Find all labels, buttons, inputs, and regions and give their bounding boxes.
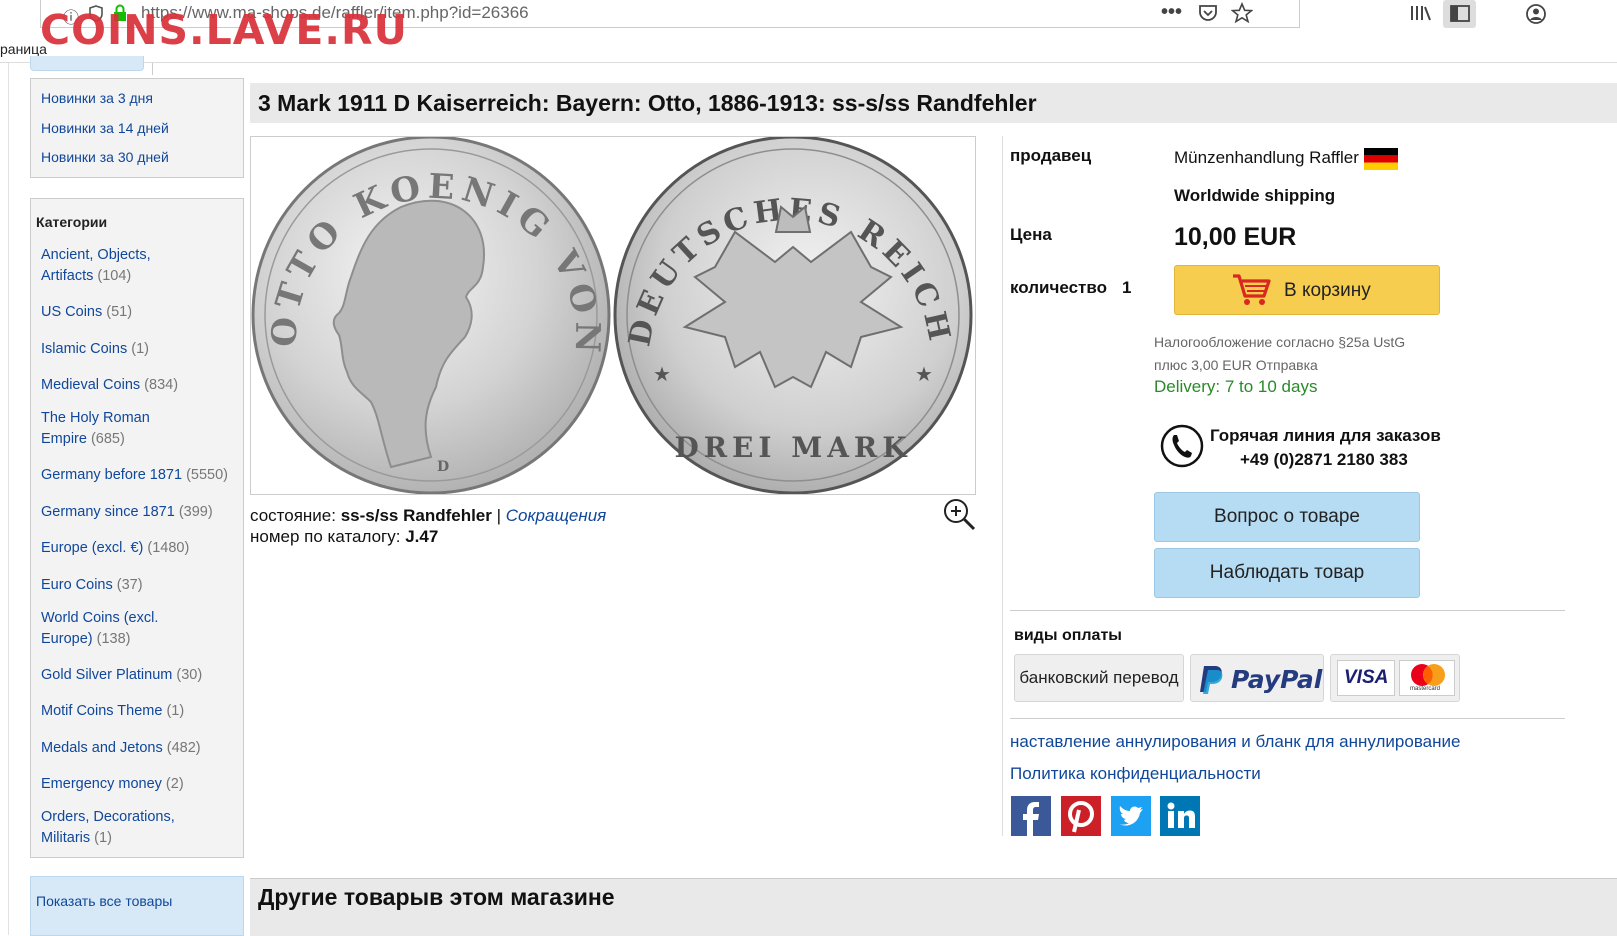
price-label: Цена <box>1010 225 1052 244</box>
seller-label: продавец <box>1010 146 1092 165</box>
cards-badge: VISA mastercard <box>1330 654 1460 702</box>
category-germany-before-1871[interactable]: Germany before 1871 (5550) <box>41 465 231 486</box>
vertical-rule <box>1002 136 1003 836</box>
condition-label: состояние: <box>250 506 336 525</box>
paypal-icon <box>1200 666 1223 694</box>
pocket-icon[interactable] <box>1198 3 1218 23</box>
zoom-icon[interactable] <box>942 497 976 531</box>
quantity-label: количество <box>1010 278 1107 297</box>
star-icon[interactable] <box>1231 2 1253 24</box>
cancellation-link[interactable]: наставление аннулирования и бланк для ан… <box>1010 732 1460 752</box>
star-right-icon: ★ <box>915 364 933 386</box>
privacy-link[interactable]: Политика конфиденциальности <box>1010 764 1261 784</box>
payment-heading: виды оплаты <box>1014 627 1122 644</box>
catalog-label: номер по каталогу: <box>250 527 401 546</box>
tax-note: Налогообложение согласно §25a UstG <box>1154 334 1406 350</box>
category-holy-roman-empire[interactable]: The Holy Roman Empire (685) <box>41 408 161 450</box>
divider <box>1010 718 1565 719</box>
hotline-label: Горячая линия для заказов <box>1210 426 1441 445</box>
top-divider <box>0 62 1617 63</box>
mastercard-icon: mastercard <box>1399 660 1455 696</box>
ask-question-button[interactable]: Вопрос о товаре <box>1154 492 1420 542</box>
item-image[interactable]: OTTO KOENIG VON BAYERN D DEUTSCHES REICH… <box>232 106 976 495</box>
category-germany-since-1871[interactable]: Germany since 1871 (399) <box>41 502 231 523</box>
star-left-icon: ★ <box>653 364 671 386</box>
mint-mark: D <box>437 459 449 475</box>
facebook-icon[interactable] <box>1011 796 1051 836</box>
sidebar-toggle-button[interactable] <box>1443 0 1476 28</box>
sidebar-top-button[interactable] <box>30 56 144 71</box>
visa-icon: VISA <box>1337 660 1395 696</box>
paypal-label: PayPal <box>1231 665 1323 694</box>
coin-photo: OTTO KOENIG VON BAYERN D DEUTSCHES REICH… <box>232 106 973 495</box>
twitter-icon[interactable] <box>1111 796 1151 836</box>
new-30-days-link[interactable]: Новинки за 30 дней <box>41 149 169 165</box>
coin-obverse: OTTO KOENIG VON BAYERN D <box>232 106 611 495</box>
category-europe[interactable]: Europe (excl. €) (1480) <box>41 538 231 559</box>
new-14-days-link[interactable]: Новинки за 14 дней <box>41 120 169 136</box>
category-us-coins[interactable]: US Coins (51) <box>41 302 231 323</box>
pinterest-icon[interactable] <box>1061 796 1101 836</box>
left-rule <box>8 63 9 935</box>
postage-note: плюс 3,00 EUR Отправка <box>1154 357 1318 373</box>
category-islamic-coins[interactable]: Islamic Coins (1) <box>41 339 231 360</box>
account-icon[interactable] <box>1525 3 1547 25</box>
more-icon[interactable]: ••• <box>1161 1 1182 24</box>
other-items-heading: Другие товарыв этом магазине <box>258 884 615 910</box>
delivery-time: Delivery: 7 to 10 days <box>1154 377 1318 396</box>
sidebar-icon <box>1450 5 1470 22</box>
categories-box <box>30 198 244 858</box>
show-all-link[interactable]: Показать все товары <box>36 893 172 909</box>
condition-line: состояние: ss-s/ss Randfehler | Сокращен… <box>250 506 606 526</box>
condition-value: ss-s/ss Randfehler <box>340 506 492 525</box>
new-3-days-link[interactable]: Новинки за 3 дня <box>41 90 153 106</box>
cart-icon <box>1233 274 1271 305</box>
shipping-note: Worldwide shipping <box>1174 186 1336 205</box>
category-medals-jetons[interactable]: Medals and Jetons (482) <box>41 738 231 759</box>
quantity-value[interactable]: 1 <box>1122 278 1131 298</box>
price-value: 10,00 EUR <box>1174 223 1297 251</box>
add-to-cart-label: В корзину <box>1284 280 1371 301</box>
category-gold-silver-platinum[interactable]: Gold Silver Platinum (30) <box>41 665 231 686</box>
germany-flag-icon <box>1364 148 1398 170</box>
catalog-value: J.47 <box>405 527 439 546</box>
separator: | <box>496 506 502 525</box>
category-emergency-money[interactable]: Emergency money (2) <box>41 774 231 795</box>
category-euro-coins[interactable]: Euro Coins (37) <box>41 575 231 596</box>
add-to-cart-button[interactable]: В корзину <box>1174 265 1440 315</box>
category-motif-coins[interactable]: Motif Coins Theme (1) <box>41 701 231 722</box>
paypal-badge: PayPal <box>1190 654 1324 702</box>
phone-icon <box>1160 424 1204 468</box>
watch-item-button[interactable]: Наблюдать товар <box>1154 548 1420 598</box>
seller-name[interactable]: Münzenhandlung Raffler <box>1174 148 1359 168</box>
category-ancient[interactable]: Ancient, Objects, Artifacts (104) <box>41 245 161 287</box>
item-title: 3 Mark 1911 D Kaiserreich: Bayern: Otto,… <box>258 90 1037 116</box>
bank-transfer-badge: банковский перевод <box>1014 654 1184 702</box>
category-medieval-coins[interactable]: Medieval Coins (834) <box>41 375 231 396</box>
hotline-number[interactable]: +49 (0)2871 2180 383 <box>1240 450 1408 470</box>
catalog-line: номер по каталогу: J.47 <box>250 527 438 547</box>
reverse-denomination: DREI MARK <box>674 431 911 464</box>
category-orders-decorations[interactable]: Orders, Decorations, Militaris (1) <box>41 807 191 849</box>
abbreviations-link[interactable]: Сокращения <box>506 506 606 525</box>
watermark: COINS.LAVE.RU <box>40 6 408 54</box>
sidebar-divider <box>152 63 153 75</box>
category-world-coins[interactable]: World Coins (excl. Europe) (138) <box>41 608 171 650</box>
categories-heading: Категории <box>36 214 108 230</box>
divider <box>1010 610 1565 611</box>
linkedin-icon[interactable] <box>1160 796 1200 836</box>
library-icon[interactable] <box>1410 4 1432 22</box>
